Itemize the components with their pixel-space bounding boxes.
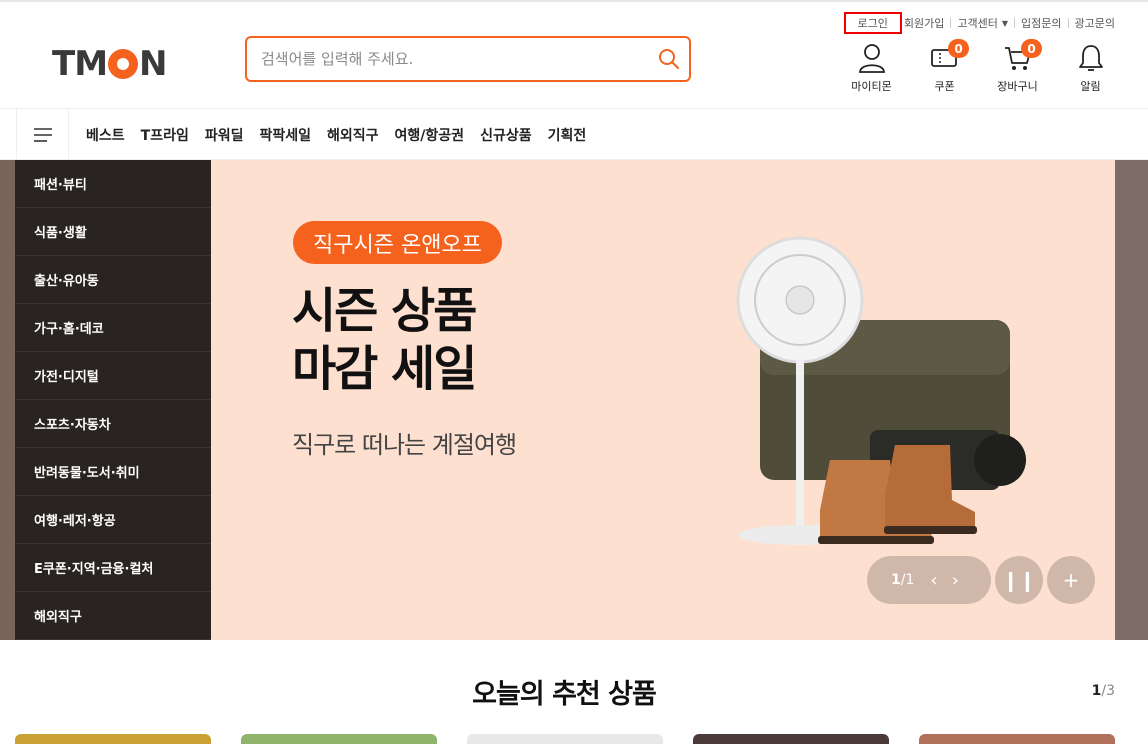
coupon-label: 쿠폰 [934,80,955,93]
nav-item-new[interactable]: 신규상품 [480,125,532,145]
banner-title: 시즌 상품 마감 세일 [292,282,477,398]
nav-item-tprime[interactable]: T프라임 [141,125,189,145]
coupon-count-badge: 0 [948,39,969,58]
sidebar-item-digital[interactable]: 가전·디지털 [15,352,211,400]
sidebar-item-fashion[interactable]: 패션·뷰티 [15,160,211,208]
utility-links: 로그인 회원가입 고객센터 ▼ 입점문의 광고문의 [843,12,1115,34]
header-icons: 마이티몬 0 쿠폰 0 장바구니 알림 [835,39,1127,94]
hero-banner[interactable]: 패션·뷰티 식품·생활 출산·유아동 가구·홈·데코 가전·디지털 스포츠·자동… [0,160,1148,640]
logo-o-mark [108,49,139,79]
banner-title-line2: 마감 세일 [292,341,477,397]
pause-icon: ❙❙ [1002,568,1036,592]
next-slide-peek [1115,160,1148,640]
partner-link[interactable]: 입점문의 [1021,15,1061,31]
ads-link[interactable]: 광고문의 [1075,15,1115,31]
section-pager-total: /3 [1101,683,1115,699]
nav-item-overseas[interactable]: 해외직구 [327,125,379,145]
sidebar-item-ecoupon[interactable]: E쿠폰·지역·금융·컬처 [15,544,211,592]
nav-item-powerdeal[interactable]: 파워딜 [205,125,244,145]
login-link[interactable]: 로그인 [843,12,902,34]
product-thumbnail[interactable] [15,734,211,744]
plus-icon: + [1062,568,1080,592]
product-thumbnail[interactable] [467,734,663,744]
expand-button[interactable]: + [1047,556,1095,604]
banner-subtitle: 직구로 떠나는 계절여행 [292,431,517,459]
nav-item-best[interactable]: 베스트 [86,125,125,145]
cart-button[interactable]: 0 장바구니 [981,39,1054,94]
sidebar-item-overseas[interactable]: 해외직구 [15,592,211,640]
logo-text-right: N [139,44,167,84]
product-thumbnails [15,734,1115,744]
support-link[interactable]: 고객센터 ▼ [957,15,1008,31]
coupon-button[interactable]: 0 쿠폰 [908,39,981,94]
sidebar-item-sports[interactable]: 스포츠·자동차 [15,400,211,448]
chevron-right-icon[interactable]: › [952,570,959,591]
product-thumbnail[interactable] [241,734,437,744]
section-pager: 1/3 [1092,683,1115,699]
banner-product-image [736,236,1026,545]
sidebar-item-food[interactable]: 식품·생활 [15,208,211,256]
top-border [0,0,1148,2]
mytmon-button[interactable]: 마이티몬 [835,42,908,94]
banner-title-line1: 시즌 상품 [292,283,477,339]
pause-button[interactable]: ❙❙ [995,556,1043,604]
bell-icon [1078,42,1104,74]
sidebar-item-baby[interactable]: 출산·유아동 [15,256,211,304]
sidebar-item-pets[interactable]: 반려동물·도서·취미 [15,448,211,496]
nav-items: 베스트 T프라임 파워딜 팍팍세일 해외직구 여행/항공권 신규상품 기획전 [78,109,594,160]
category-sidebar: 패션·뷰티 식품·생활 출산·유아동 가구·홈·데코 가전·디지털 스포츠·자동… [15,160,211,640]
tmon-logo[interactable]: TM N [52,44,168,84]
alarm-button[interactable]: 알림 [1054,42,1127,94]
nav-item-travel[interactable]: 여행/항공권 [395,125,465,145]
search-box [245,36,691,82]
alarm-label: 알림 [1080,80,1101,93]
section-pager-current: 1 [1091,683,1102,699]
category-nav: 베스트 T프라임 파워딜 팍팍세일 해외직구 여행/항공권 신규상품 기획전 [0,108,1148,160]
divider [1067,18,1069,28]
section-title: 오늘의 추천 상품 [472,679,657,710]
search-icon[interactable] [649,39,689,79]
pager-total: /1 [900,572,915,588]
cart-count-badge: 0 [1021,39,1042,58]
caret-down-icon: ▼ [1001,18,1009,28]
sidebar-item-home[interactable]: 가구·홈·데코 [15,304,211,352]
support-label: 고객센터 [957,17,998,30]
logo-text-left: TM [52,44,108,84]
signup-link[interactable]: 회원가입 [904,15,944,31]
sidebar-item-travel[interactable]: 여행·레저·항공 [15,496,211,544]
nav-item-special[interactable]: 기획전 [548,125,587,145]
search-input[interactable] [247,38,649,80]
cart-label: 장바구니 [997,80,1038,93]
banner-tag: 직구시즌 온앤오프 [293,221,502,264]
product-thumbnail[interactable] [693,734,889,744]
divider [950,18,952,28]
slide-pager: 1/1 ‹ › [867,556,991,604]
pager-current: 1 [891,572,901,588]
chevron-left-icon[interactable]: ‹ [930,570,937,591]
user-icon [858,42,886,74]
hamburger-menu-icon[interactable] [16,109,69,160]
product-thumbnail[interactable] [919,734,1115,744]
mytmon-label: 마이티몬 [851,80,892,93]
nav-item-sale[interactable]: 팍팍세일 [259,125,311,145]
divider [1014,18,1016,28]
